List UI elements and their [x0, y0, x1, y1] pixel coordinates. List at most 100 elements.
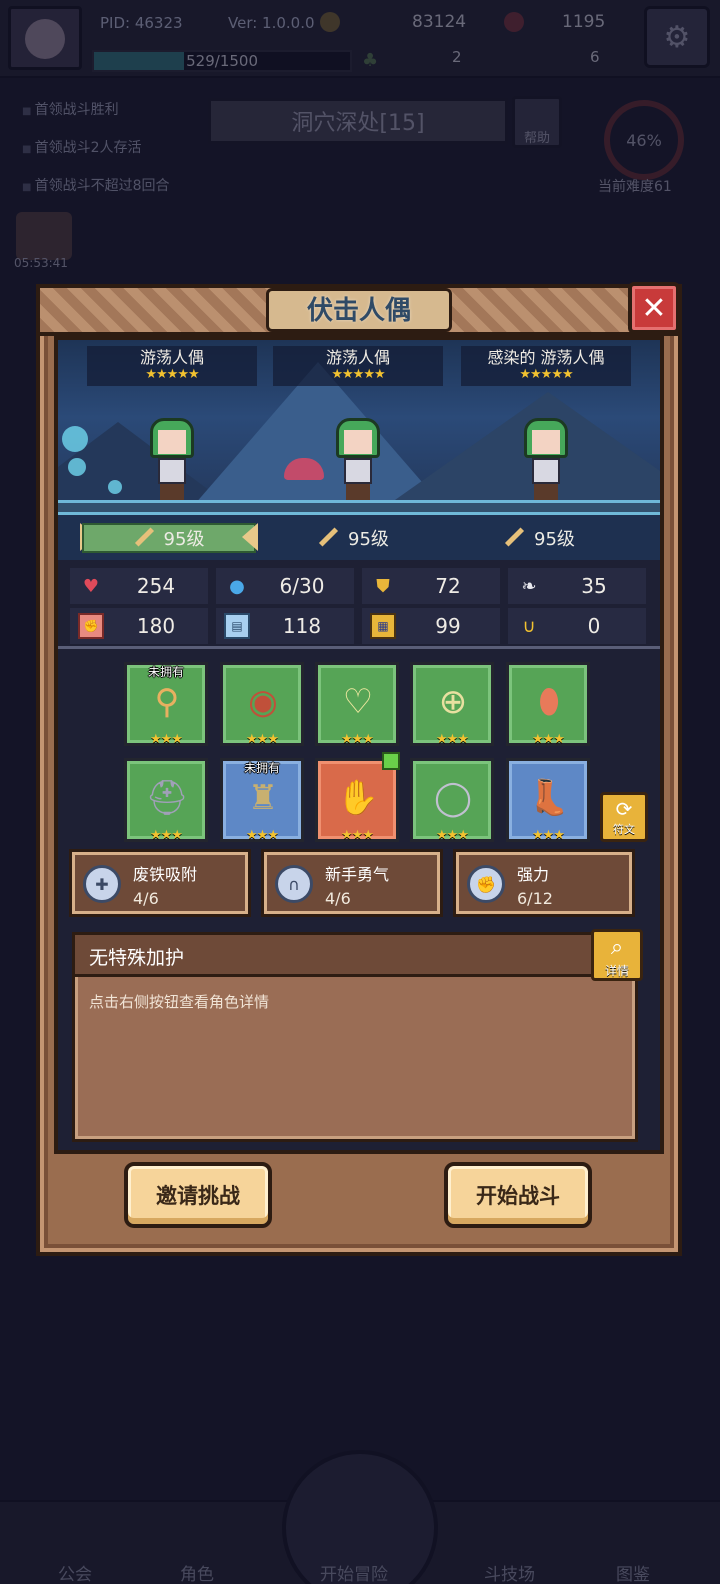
boots-icon: 👢 — [527, 778, 571, 818]
coin-charm-icon: ⊕ — [438, 682, 468, 722]
stat-defense: ⛊ 72 — [362, 568, 500, 604]
passive-tombstone-icon: ∩ — [275, 865, 313, 903]
enemy-name-plate: 游荡人偶 ★★★★★ — [87, 346, 257, 386]
horseshoe-icon: ∪ — [522, 615, 536, 637]
wing-icon: ❧ — [521, 575, 537, 597]
egg-icon: ⬮ — [538, 682, 560, 722]
equip-slot-helmet[interactable]: ⛑ ★★★ — [124, 758, 208, 843]
passive-name: 强力 — [517, 865, 550, 884]
ring-icon: ◯ — [433, 778, 473, 818]
mana-drop-icon: ● — [229, 575, 245, 597]
passive-count: 6/12 — [517, 889, 553, 908]
stat-value: 72 — [435, 574, 461, 598]
enemy-level: 95级 — [163, 529, 205, 550]
scroll-icon: ▦ — [370, 613, 396, 639]
section-divider — [58, 646, 660, 649]
close-icon: ✕ — [641, 290, 667, 326]
doll-sprite — [144, 412, 200, 502]
rune-swap-icon: ⟳ — [615, 797, 633, 821]
passive-power[interactable]: ✊ 强力 6/12 — [456, 852, 632, 914]
enemy-level-tab-1[interactable]: 95级 — [82, 523, 256, 553]
not-owned-tag: 未拥有 — [243, 761, 280, 775]
stat-value: 254 — [136, 574, 176, 598]
stat-attack: ✊ 180 — [70, 608, 208, 644]
enemy-level: 95级 — [348, 529, 389, 550]
sprite-body — [344, 458, 372, 484]
enemy-stars: ★★★★★ — [145, 367, 199, 382]
enemy-slot-3[interactable]: 感染的 游荡人偶 ★★★★★ — [456, 346, 636, 386]
rune-label: 符文 — [613, 823, 635, 836]
passive-scrap-absorb[interactable]: ✚ 废铁吸附 4/6 — [72, 852, 248, 914]
stat-value: 0 — [587, 614, 601, 638]
passive-novice-courage[interactable]: ∩ 新手勇气 4/6 — [264, 852, 440, 914]
equip-slot-shield[interactable]: ◉ ★★★ — [220, 662, 304, 747]
equip-slot-boots[interactable]: 👢 ★★★ — [506, 758, 590, 843]
amulet-icon: ♡ — [342, 682, 374, 722]
scene-bubble — [108, 480, 122, 494]
passive-name: 新手勇气 — [325, 865, 390, 884]
sprite-legs — [346, 484, 370, 500]
detail-label: 详情 — [604, 964, 629, 978]
scene-bubble — [62, 426, 88, 452]
start-battle-button[interactable]: 开始战斗 — [444, 1162, 592, 1228]
sword-icon — [318, 528, 338, 548]
enemy-stars: ★★★★★ — [331, 367, 385, 382]
sprite-face — [158, 430, 186, 454]
equip-stars: ★★★ — [341, 828, 374, 843]
stat-value: 35 — [581, 574, 607, 598]
thumbs-up-icon — [382, 752, 400, 770]
blessing-description-box: 无特殊加护 ⌕ 详情 点击右侧按钮查看角色详情 — [72, 929, 643, 1142]
doll-sprite — [518, 412, 574, 502]
equip-slot-ring[interactable]: ◯ ★★★ — [410, 758, 494, 843]
sprite-face — [344, 430, 372, 454]
equip-stars: ★★★ — [436, 732, 469, 747]
armor-icon: ♜ — [247, 778, 279, 818]
stat-luck: ∪ 0 — [508, 608, 646, 644]
enemy-name: 游荡人偶 — [139, 348, 204, 367]
round-shield-icon: ◉ — [248, 682, 278, 722]
shield-icon: ⛊ — [376, 575, 390, 597]
equip-slot-charm[interactable]: ⊕ ★★★ — [410, 662, 494, 747]
sprite-body — [532, 458, 560, 484]
enemy-name: 感染的 游荡人偶 — [487, 348, 605, 367]
right-selector-arrow-icon — [242, 523, 258, 551]
stat-value: 118 — [282, 614, 322, 638]
enemy-level-tab-3[interactable]: 95级 — [504, 523, 575, 553]
sword-icon — [134, 528, 154, 548]
equip-slot-egg[interactable]: ⬮ ★★★ — [506, 662, 590, 747]
invite-challenge-button[interactable]: 邀请挑战 — [124, 1162, 272, 1228]
close-button[interactable]: ✕ — [628, 282, 680, 334]
passive-count: 4/6 — [133, 889, 159, 908]
equip-slot-gauntlet[interactable]: ✋ ★★★ — [315, 758, 399, 843]
enemy-level-tab-2[interactable]: 95级 — [318, 523, 389, 553]
dialog-title: 伏击人偶 — [306, 296, 411, 326]
stat-mana: ● 6/30 — [216, 568, 354, 604]
detail-button[interactable]: ⌕ 详情 — [591, 929, 643, 981]
stat-resist: ▦ 99 — [362, 608, 500, 644]
equip-stars: ★★★ — [532, 828, 565, 843]
stat-value: 99 — [435, 614, 461, 638]
stat-speed: ❧ 35 — [508, 568, 646, 604]
rune-button[interactable]: ⟳ 符文 — [600, 792, 648, 842]
equip-stars: ★★★ — [150, 828, 183, 843]
enemy-name-plate: 感染的 游荡人偶 ★★★★★ — [461, 346, 631, 386]
equip-slot-amulet[interactable]: ♡ ★★★ — [315, 662, 399, 747]
equip-slot-staff[interactable]: ⚲ 未拥有 ★★★ — [124, 662, 208, 747]
sprite-legs — [534, 484, 558, 500]
equip-slot-armor[interactable]: ♜ 未拥有 ★★★ — [220, 758, 304, 843]
description-header: 无特殊加护 — [75, 935, 591, 977]
passive-count: 4/6 — [325, 889, 351, 908]
stat-hp: ♥ 254 — [70, 568, 208, 604]
staff-icon: ⚲ — [154, 682, 180, 722]
not-owned-tag: 未拥有 — [147, 665, 184, 679]
sprite-face — [532, 430, 560, 454]
description-title: 无特殊加护 — [89, 947, 185, 969]
enemy-slot-2[interactable]: 游荡人偶 ★★★★★ — [268, 346, 448, 386]
enemy-level-row: 95级 95级 95级 — [58, 512, 660, 560]
sprite-body — [158, 458, 186, 484]
sword-icon — [504, 528, 524, 548]
enemy-slot-1[interactable]: 游荡人偶 ★★★★★ — [82, 346, 262, 386]
doll-sprite — [330, 412, 386, 502]
gauntlet-icon: ✋ — [336, 778, 380, 818]
equip-stars: ★★★ — [532, 732, 565, 747]
